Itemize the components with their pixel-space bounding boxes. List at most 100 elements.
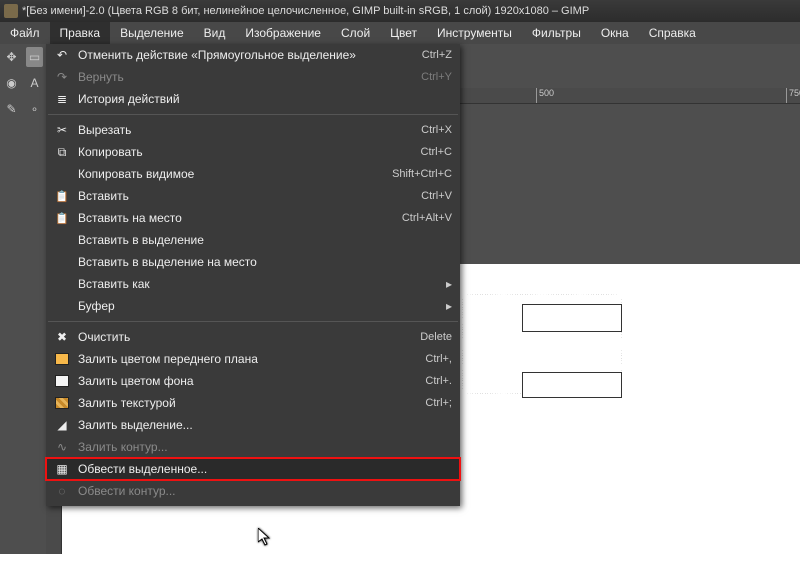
- menu-item-label: Вставить как: [78, 277, 442, 291]
- menu-item-label: Залить цветом переднего плана: [78, 352, 415, 366]
- drawn-rect-2: [522, 372, 622, 398]
- cut-icon: ✂: [52, 122, 72, 138]
- menu-item-shortcut: Ctrl+,: [425, 353, 452, 365]
- blank-icon: [52, 232, 72, 248]
- menu-слой[interactable]: Слой: [331, 22, 380, 44]
- menu-цвет[interactable]: Цвет: [380, 22, 427, 44]
- menu-item-label: Вернуть: [78, 70, 411, 84]
- menu-item-label: Обвести контур...: [78, 484, 452, 498]
- menu-item-label: Вставить в выделение на место: [78, 255, 452, 269]
- menu-инструменты[interactable]: Инструменты: [427, 22, 522, 44]
- menu-item-shortcut: Ctrl+Z: [422, 49, 452, 61]
- menu-item[interactable]: 📋 Вставить Ctrl+V: [46, 185, 460, 207]
- menu-вид[interactable]: Вид: [194, 22, 236, 44]
- path-icon: ∿: [52, 439, 72, 455]
- menu-item-label: Копировать: [78, 145, 411, 159]
- ruler-tick: 500: [536, 88, 554, 104]
- paste-icon: 📋: [52, 188, 72, 204]
- menu-item[interactable]: Вставить в выделение на место: [46, 251, 460, 273]
- menu-item-shortcut: Ctrl+C: [421, 146, 452, 158]
- menu-item[interactable]: ▦ Обвести выделенное...: [46, 458, 460, 480]
- bucket-tool-icon[interactable]: ◉: [3, 73, 20, 93]
- tex-swatch: [52, 395, 72, 411]
- drawn-rect-1: [522, 304, 622, 332]
- menu-item[interactable]: ✖ Очистить Delete: [46, 326, 460, 348]
- toolbox: ✥ ▭ ◉ A ✎ ∘: [0, 44, 46, 554]
- menu-item[interactable]: Копировать видимое Shift+Ctrl+C: [46, 163, 460, 185]
- menu-item-label: Вставить: [78, 189, 411, 203]
- blur-tool-icon[interactable]: ∘: [26, 99, 43, 119]
- blank-icon: [52, 298, 72, 314]
- menu-item[interactable]: Вставить в выделение: [46, 229, 460, 251]
- ruler-tick: 750: [786, 88, 800, 104]
- bucket-icon: ◢: [52, 417, 72, 433]
- menu-item-label: Обвести выделенное...: [78, 462, 452, 476]
- menu-item-label: История действий: [78, 92, 452, 106]
- menu-item[interactable]: Буфер▸: [46, 295, 460, 317]
- menu-item[interactable]: ↶ Отменить действие «Прямоугольное выделе…: [46, 44, 460, 66]
- menu-item-shortcut: Delete: [420, 331, 452, 343]
- blank-icon: [52, 254, 72, 270]
- menu-item-shortcut: Ctrl+V: [421, 190, 452, 202]
- menu-item-label: Вырезать: [78, 123, 411, 137]
- menu-справка[interactable]: Справка: [639, 22, 706, 44]
- edit-menu-dropdown: ↶ Отменить действие «Прямоугольное выделе…: [46, 44, 460, 506]
- blank-icon: [52, 276, 72, 292]
- redo-icon: ↷: [52, 69, 72, 85]
- menu-item-label: Вставить в выделение: [78, 233, 452, 247]
- stroke-icon: ▦: [52, 461, 72, 477]
- menu-item-shortcut: Ctrl+Alt+V: [402, 212, 452, 224]
- menu-separator: [48, 114, 458, 115]
- menu-separator: [48, 321, 458, 322]
- menu-item[interactable]: Залить цветом фона Ctrl+.: [46, 370, 460, 392]
- menu-item-label: Залить текстурой: [78, 396, 415, 410]
- chevron-right-icon: ▸: [442, 277, 452, 291]
- menu-item-shortcut: Ctrl+;: [425, 397, 452, 409]
- rect-select-tool-icon[interactable]: ▭: [26, 47, 43, 67]
- menu-фильтры[interactable]: Фильтры: [522, 22, 591, 44]
- menu-изображение[interactable]: Изображение: [235, 22, 331, 44]
- menu-item[interactable]: ✂ Вырезать Ctrl+X: [46, 119, 460, 141]
- menu-item-shortcut: Shift+Ctrl+C: [392, 168, 452, 180]
- menu-item[interactable]: ◢ Залить выделение...: [46, 414, 460, 436]
- history-icon: ≣: [52, 91, 72, 107]
- menu-правка[interactable]: Правка: [50, 22, 111, 44]
- menu-item-label: Залить выделение...: [78, 418, 452, 432]
- menu-выделение[interactable]: Выделение: [110, 22, 194, 44]
- copy-icon: ⧉: [52, 144, 72, 160]
- undo-icon: ↶: [52, 47, 72, 63]
- menu-item[interactable]: Залить цветом переднего плана Ctrl+,: [46, 348, 460, 370]
- menu-item-label: Отменить действие «Прямоугольное выделен…: [78, 48, 412, 62]
- menu-item-shortcut: Ctrl+Y: [421, 71, 452, 83]
- menu-item[interactable]: 📋Вставить на местоCtrl+Alt+V: [46, 207, 460, 229]
- titlebar: *[Без имени]-2.0 (Цвета RGB 8 бит, нелин…: [0, 0, 800, 22]
- blank-icon: [52, 166, 72, 182]
- text-tool-icon[interactable]: A: [26, 73, 43, 93]
- menu-item-shortcut: Ctrl+.: [425, 375, 452, 387]
- brush-tool-icon[interactable]: ✎: [3, 99, 20, 119]
- strokep-icon: ◌: [52, 483, 72, 499]
- menu-окна[interactable]: Окна: [591, 22, 639, 44]
- menu-item[interactable]: ⧉ Копировать Ctrl+C: [46, 141, 460, 163]
- menu-item[interactable]: ≣ История действий: [46, 88, 460, 110]
- window-title: *[Без имени]-2.0 (Цвета RGB 8 бит, нелин…: [22, 5, 589, 17]
- menu-item-label: Очистить: [78, 330, 410, 344]
- menu-item[interactable]: Вставить как▸: [46, 273, 460, 295]
- menu-item: ↷ Вернуть Ctrl+Y: [46, 66, 460, 88]
- menu-item-label: Залить контур...: [78, 440, 452, 454]
- menu-item: ∿ Залить контур...: [46, 436, 460, 458]
- fg-swatch: [52, 351, 72, 367]
- menubar: ФайлПравкаВыделениеВидИзображениеСлойЦве…: [0, 22, 800, 44]
- move-tool-icon[interactable]: ✥: [3, 47, 20, 67]
- menu-item-label: Копировать видимое: [78, 167, 382, 181]
- menu-item[interactable]: Залить текстурой Ctrl+;: [46, 392, 460, 414]
- menu-item-label: Залить цветом фона: [78, 374, 415, 388]
- menu-item: ◌ Обвести контур...: [46, 480, 460, 502]
- menu-item-shortcut: Ctrl+X: [421, 124, 452, 136]
- menu-item-label: Буфер: [78, 299, 442, 313]
- menu-item-label: Вставить на место: [78, 211, 392, 225]
- menu-файл[interactable]: Файл: [0, 22, 50, 44]
- app-icon: [4, 4, 18, 18]
- clear-icon: ✖: [52, 329, 72, 345]
- chevron-right-icon: ▸: [442, 299, 452, 313]
